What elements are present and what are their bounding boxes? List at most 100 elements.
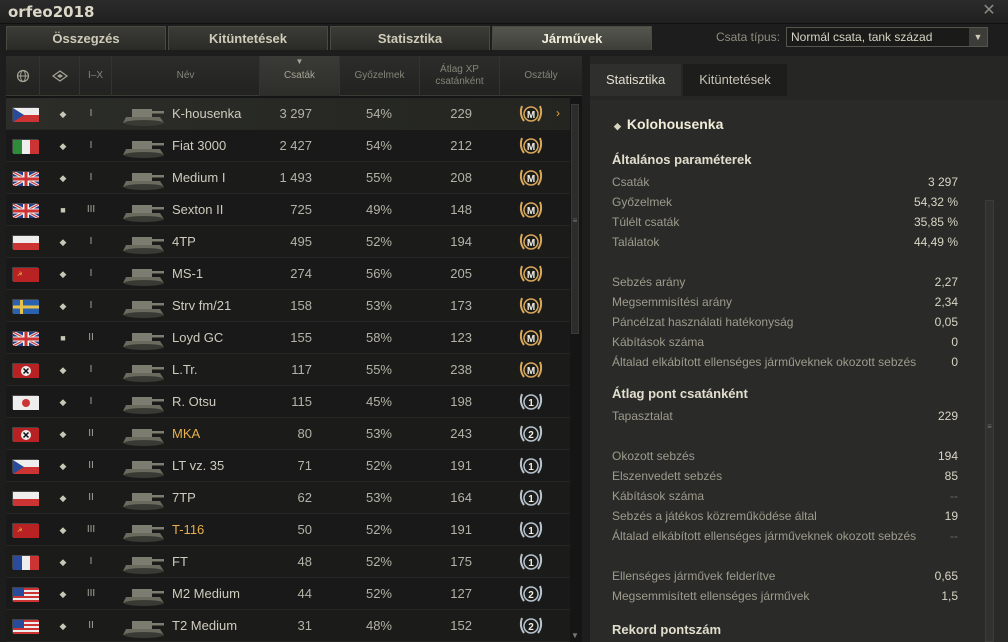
vehicle-avg-xp: 127 [450,586,472,601]
stat-value: 1,5 [941,589,958,603]
vehicle-class-icon: ◆ [59,621,67,631]
stat-value: 0,05 [934,315,958,329]
stat-row: Kábítások száma 0 [612,332,958,352]
table-row[interactable]: ◆ II 7TP 62 53% 164 1 [6,482,570,514]
vehicle-tier: I [89,108,93,119]
stat-row: Megsemmisítési arány 2,34 [612,292,958,312]
vehicle-class-icon: ◆ [59,493,67,503]
stat-row: Sebzés arány 2,27 [612,272,958,292]
svg-text:M: M [527,174,535,185]
flag-germany-icon [12,427,39,442]
tab-details-statistics[interactable]: Statisztika [590,64,682,96]
vehicle-wins: 52% [365,522,392,537]
vehicle-name: K-housenka [172,106,242,121]
tab-details-awards[interactable]: Kitüntetések [683,64,787,96]
column-name[interactable]: Név [112,56,260,96]
table-row[interactable]: ◆ II MKA 80 53% 243 2 [6,418,570,450]
title-bar: orfeo2018 ✕ [0,0,1008,24]
column-class[interactable]: Osztály [500,56,582,96]
mastery-badge-icon: M [518,166,544,190]
column-avg-xp[interactable]: Átlag XP csatánként [420,56,500,96]
mastery-badge-icon: M [518,326,544,350]
svg-text:M: M [527,302,535,313]
vehicle-battles: 62 [297,490,312,505]
tab-awards[interactable]: Kitüntetések [168,26,328,50]
svg-text:M: M [527,238,535,249]
table-header: I–X Név ▼ Csaták Győzelmek Átlag XP csat… [6,56,582,96]
scrollbar-grip-icon: ≡ [987,422,992,431]
vehicle-tier: II [88,332,94,343]
table-row[interactable]: ◆ I Medium I 1 493 55% 208 M [6,162,570,194]
table-body: ◆ I K-housenka 3 297 54% 229 M › ◆ I Fia… [6,98,570,642]
vehicle-avg-xp: 164 [450,490,472,505]
vehicle-avg-xp: 198 [450,394,472,409]
table-row[interactable]: ◆ I FT 48 52% 175 1 [6,546,570,578]
column-battles[interactable]: ▼ Csaták [260,56,340,96]
stat-label: Kábítások száma [612,489,705,503]
tab-vehicles[interactable]: Járművek [492,26,652,50]
globe-icon [16,69,29,83]
selected-vehicle-name-text: Kolohousenka [626,116,724,132]
flag-uk-icon [12,330,40,348]
column-nation[interactable] [6,56,40,96]
vehicle-battles: 1 493 [279,170,312,185]
table-row[interactable]: ◆ I 4TP 495 52% 194 M [6,226,570,258]
scroll-down-icon[interactable]: ▼ [570,631,580,640]
svg-text:M: M [527,270,535,281]
tank-icon [120,453,168,479]
vehicle-avg-xp: 205 [450,266,472,281]
vehicle-avg-xp: 194 [450,234,472,249]
svg-text:1: 1 [528,462,534,473]
table-row[interactable]: ◆ I Strv fm/21 158 53% 173 M [6,290,570,322]
vehicle-wins: 53% [365,426,392,441]
stat-label: Sebzés a játékos közreműködése által [612,509,817,523]
tank-icon [120,261,168,287]
table-row[interactable]: ☭ ◆ III T-116 50 52% 191 1 [6,514,570,546]
tank-icon [120,357,168,383]
tab-summary[interactable]: Összegzés [6,26,166,50]
table-row[interactable]: ◆ I Fiat 3000 2 427 54% 212 M [6,130,570,162]
column-wins[interactable]: Győzelmek [340,56,420,96]
table-row[interactable]: ◆ I K-housenka 3 297 54% 229 M › [6,98,570,130]
vehicle-name: R. Otsu [172,394,217,409]
table-row[interactable]: ◆ III M2 Medium 44 52% 127 2 [6,578,570,610]
vehicle-name: FT [172,554,188,569]
mastery-badge-icon: 1 [518,518,544,542]
svg-text:M: M [527,142,535,153]
battle-type-filter: Csata típus: Normál csata, tank század ▼ [716,27,988,47]
stat-value: 0 [951,355,958,369]
vehicle-class-icon: ◆ [59,589,67,599]
mastery-badge-icon: 1 [518,550,544,574]
vehicle-name: 7TP [172,490,196,505]
table-row[interactable]: ◆ I L.Tr. 117 55% 238 M [6,354,570,386]
column-type[interactable] [40,56,80,96]
table-row[interactable]: ◆ II LT vz. 35 71 52% 191 1 [6,450,570,482]
table-row[interactable]: ◆ I R. Otsu 115 45% 198 1 [6,386,570,418]
scrollbar-thumb[interactable] [985,200,994,642]
tank-icon [120,293,168,319]
stat-value: 0,65 [934,569,958,583]
stat-row: Kábítások száma -- [612,486,958,506]
tank-icon [120,229,168,255]
vehicle-tier: III [86,588,96,599]
table-row[interactable]: ☭ ◆ I MS-1 274 56% 205 M [6,258,570,290]
table-row[interactable]: ■ III Sexton II 725 49% 148 M [6,194,570,226]
tank-icon [120,325,168,351]
vehicle-avg-xp: 191 [450,458,472,473]
details-scrollbar[interactable]: ≡ [982,200,996,642]
vehicle-battles: 725 [290,202,312,217]
vehicle-avg-xp: 148 [450,202,472,217]
close-icon[interactable]: ✕ [980,2,998,20]
tab-statistics[interactable]: Statisztika [330,26,490,50]
battle-type-select[interactable]: Normál csata, tank század ▼ [786,27,988,47]
table-row[interactable]: ◆ II T2 Medium 31 48% 152 2 [6,610,570,642]
stat-value: 2,27 [934,275,958,289]
vehicle-tier: I [89,268,93,279]
table-row[interactable]: ■ II Loyd GC 155 58% 123 M [6,322,570,354]
vehicle-avg-xp: 212 [450,138,472,153]
stat-label: Kábítások száma [612,335,705,349]
vehicle-name: T2 Medium [172,618,238,633]
table-scrollbar[interactable]: ≡ ▼ [570,98,580,642]
vehicle-battles: 158 [290,298,312,313]
column-tier[interactable]: I–X [80,56,112,96]
